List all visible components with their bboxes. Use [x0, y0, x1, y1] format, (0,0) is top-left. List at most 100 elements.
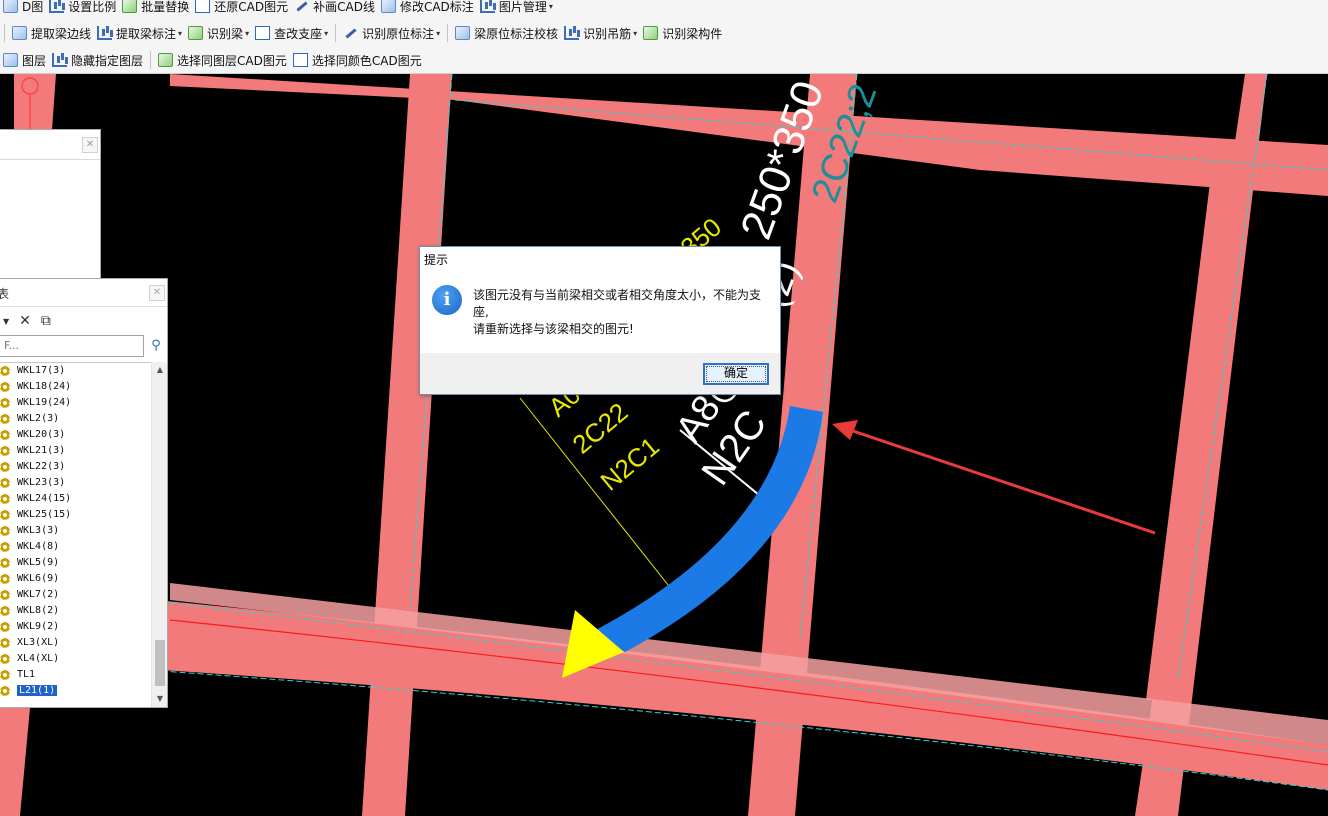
scrollbar-thumb[interactable] — [155, 640, 165, 686]
chevron-down-icon[interactable]: ▾ — [324, 29, 328, 38]
list-item[interactable]: WKL24(15) — [0, 491, 167, 507]
toolbar-button-select-same-color[interactable]: 选择同颜色CAD图元 — [290, 49, 425, 71]
toolbar-button-layer[interactable]: 图层 — [0, 49, 49, 71]
toolbar-button-restore-cad[interactable]: 还原CAD图元 — [192, 0, 291, 17]
batch-replace-icon — [122, 0, 138, 13]
beam-top-left-vertical[interactable] — [14, 74, 56, 130]
list-item-label: WKL2(3) — [17, 413, 60, 424]
list-item[interactable]: WKL25(15) — [0, 507, 167, 523]
component-gear-icon — [0, 430, 10, 440]
component-gear-icon — [0, 638, 10, 648]
layer-icon — [3, 53, 18, 67]
component-gear-icon — [0, 558, 10, 568]
component-gear-icon — [0, 590, 10, 600]
chevron-down-icon[interactable]: ▾ — [549, 2, 553, 11]
list-item-label: WKL5(9) — [17, 557, 60, 568]
toolbar-button-draw-cad-line[interactable]: 补画CAD线 — [291, 0, 378, 17]
close-icon[interactable]: ✕ — [149, 285, 165, 301]
toolbar-button-check-support[interactable]: 查改支座 ▾ — [252, 22, 331, 44]
list-item[interactable]: WKL2(3) — [0, 411, 167, 427]
image-icon — [3, 0, 18, 13]
list-item[interactable]: XL4(XL) — [0, 651, 167, 667]
toolbar-button-scale[interactable]: 设置比例 — [46, 0, 119, 17]
list-item-label: WKL8(2) — [17, 605, 60, 616]
list-item[interactable]: WKL18(24) — [0, 379, 167, 395]
list-item[interactable]: TL1 — [0, 667, 167, 683]
draw-cad-line-icon — [294, 0, 309, 13]
scroll-down-icon[interactable]: ▼ — [152, 691, 168, 707]
component-search-input[interactable]: F... — [0, 335, 144, 357]
toolbar-button-identify-inplace-annotation[interactable]: 识别原位标注 ▾ — [340, 22, 443, 44]
component-gear-icon — [0, 382, 10, 392]
component-list-toolbar: ▼ ✕ ⧉ — [0, 309, 51, 333]
toolbar-separator — [150, 51, 152, 69]
component-gear-icon — [0, 654, 10, 664]
dialog-body: i 该图元没有与当前梁相交或者相交角度太小，不能为支座, 请重新选择与该梁相交的… — [420, 269, 780, 353]
extract-beam-annotation-icon — [97, 26, 113, 40]
search-icon[interactable]: ⚲ — [147, 337, 165, 355]
list-item[interactable]: WKL6(9) — [0, 571, 167, 587]
toolbar-button-hide-layer[interactable]: 隐藏指定图层 — [49, 49, 146, 71]
list-item[interactable]: L21(1) — [0, 683, 167, 699]
component-gear-icon — [0, 686, 10, 696]
check-support-icon — [255, 26, 271, 40]
chevron-down-icon[interactable]: ▾ — [436, 29, 440, 38]
toolbar-button-identify-beam[interactable]: 识别梁 ▾ — [185, 22, 252, 44]
toolbar-button-image-manage[interactable]: 图片管理 ▾ — [477, 0, 556, 17]
component-gear-icon — [0, 478, 10, 488]
list-item-label: WKL21(3) — [17, 445, 66, 456]
component-list-titlebar: 表 — [0, 279, 167, 307]
chevron-down-icon[interactable]: ▾ — [178, 29, 182, 38]
list-item[interactable]: WKL20(3) — [0, 427, 167, 443]
ok-button[interactable]: 确定 — [703, 363, 769, 385]
list-item-label: WKL17(3) — [17, 365, 66, 376]
list-item[interactable]: XL3(XL) — [0, 635, 167, 651]
list-item[interactable]: WKL3(3) — [0, 523, 167, 539]
chevron-down-icon[interactable]: ▾ — [633, 29, 637, 38]
toolbar-button-label: 批量替换 — [141, 0, 190, 14]
toolbar-button-extract-beam-edge[interactable]: 提取梁边线 — [9, 22, 94, 44]
toolbar-button-image[interactable]: D图 — [0, 0, 46, 17]
list-item[interactable]: WKL22(3) — [0, 459, 167, 475]
list-item[interactable]: WKL4(8) — [0, 539, 167, 555]
list-item[interactable]: WKL17(3) — [0, 363, 167, 379]
list-item[interactable]: WKL5(9) — [0, 555, 167, 571]
list-item-label: WKL6(9) — [17, 573, 60, 584]
list-item[interactable]: WKL19(24) — [0, 395, 167, 411]
list-item[interactable]: WKL8(2) — [0, 603, 167, 619]
dialog-message: 该图元没有与当前梁相交或者相交角度太小，不能为支座, 请重新选择与该梁相交的图元… — [473, 287, 773, 338]
list-item[interactable]: WKL23(3) — [0, 475, 167, 491]
toolbar-button-batch-replace[interactable]: 批量替换 — [119, 0, 192, 17]
identify-hanger-icon — [564, 26, 580, 40]
list-item[interactable]: WKL7(2) — [0, 587, 167, 603]
list-item-label: WKL7(2) — [17, 589, 60, 600]
toolbar-button-label: 还原CAD图元 — [214, 0, 289, 14]
list-item-label: WKL25(15) — [17, 509, 72, 520]
chevron-down-icon[interactable]: ▼ — [3, 317, 9, 326]
toolbar-button-label: 识别梁构件 — [662, 26, 723, 41]
toolbar-button-identify-hanger[interactable]: 识别吊筋 ▾ — [561, 22, 640, 44]
toolbar-button-identify-beam-component[interactable]: 识别梁构件 — [640, 22, 725, 44]
toolbar-button-label: 设置比例 — [68, 0, 117, 14]
toolbar-button-beam-annotation-check[interactable]: 梁原位标注校核 — [452, 22, 561, 44]
toolbar-button-label: 修改CAD标注 — [399, 0, 474, 14]
list-item[interactable]: WKL9(2) — [0, 619, 167, 635]
toolbar-button-edit-cad-annotation[interactable]: 修改CAD标注 — [378, 0, 477, 17]
toolbar-row-2: 提取梁边线 提取梁标注 ▾ 识别梁 ▾ 查改支座 ▾ 识别原位标注 ▾ 梁原位标注校核 识别吊筋 ▾ 识… — [0, 21, 725, 45]
delete-icon[interactable]: ✕ — [19, 313, 31, 329]
toolbar-button-extract-beam-annotation[interactable]: 提取梁标注 ▾ — [94, 22, 185, 44]
chevron-down-icon[interactable]: ▾ — [245, 29, 249, 38]
list-item-label: WKL18(24) — [17, 381, 72, 392]
close-icon[interactable]: ✕ — [82, 137, 98, 153]
list-scrollbar[interactable]: ▲ ▼ — [151, 362, 167, 707]
component-gear-icon — [0, 606, 10, 616]
toolbar-button-select-same-layer[interactable]: 选择同图层CAD图元 — [155, 49, 290, 71]
list-item[interactable]: WKL21(3) — [0, 443, 167, 459]
copy-icon[interactable]: ⧉ — [41, 313, 51, 329]
scroll-up-icon[interactable]: ▲ — [152, 362, 168, 378]
cad-drawing-canvas[interactable]: 250*350 2C22;2 (2) A8@ N2C 350 A0 2C22 N… — [0, 74, 1328, 816]
beam-annotation-check-icon — [455, 26, 471, 40]
component-list-title: 表 — [0, 287, 10, 301]
edit-cad-annotation-icon — [380, 0, 396, 13]
list-item-label: XL4(XL) — [17, 653, 60, 664]
